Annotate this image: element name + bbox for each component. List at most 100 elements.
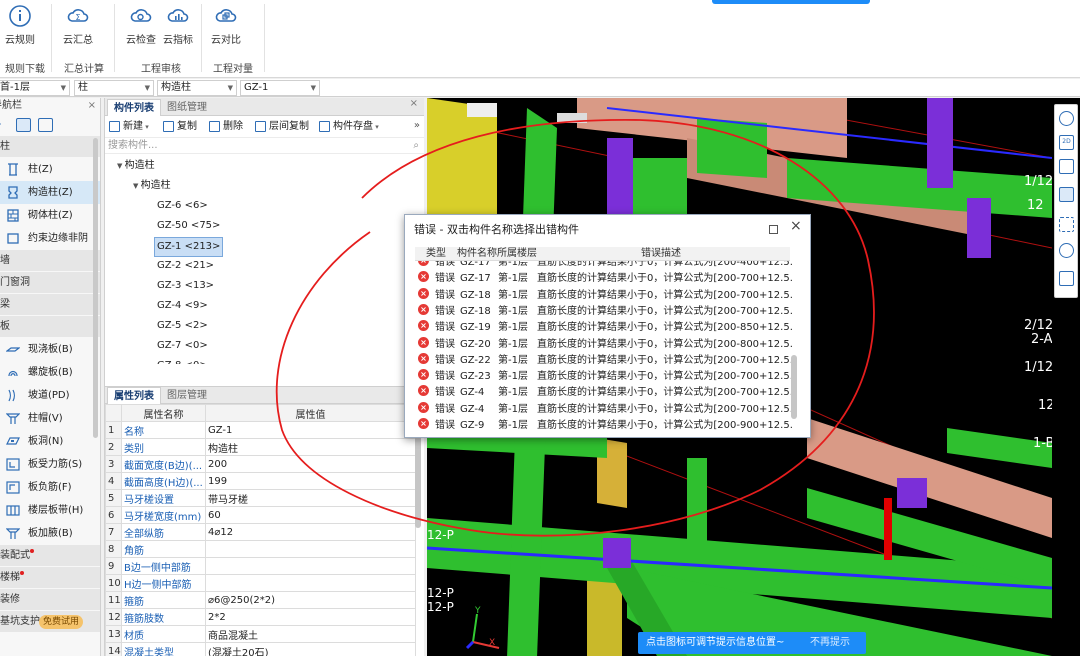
tree-node-root[interactable]: ▼ 构造柱 [117, 156, 155, 176]
property-row[interactable]: 8 角筋 [105, 540, 416, 558]
nav-category-decoration[interactable]: 装修 [0, 589, 100, 611]
error-component[interactable]: GZ-18 [460, 304, 491, 320]
new-button[interactable]: 新建 ▾ [109, 119, 149, 135]
property-value[interactable] [205, 540, 416, 558]
tab-component-list[interactable]: 构件列表 [107, 99, 161, 116]
nav-category-wall[interactable]: 墙 [0, 250, 100, 272]
property-value[interactable]: 商品混凝土 [205, 625, 416, 643]
nav-category-beam[interactable]: 梁 [0, 294, 100, 316]
error-component[interactable]: GZ-9 [460, 418, 484, 433]
property-row[interactable]: 14 混凝土类型 (混凝土20石) [105, 642, 416, 656]
property-row[interactable]: 2 类别 构造柱 [105, 438, 416, 456]
error-row[interactable]: × 错误 GZ-9 第-1层 直筋长度的计算结果小于0，计算公式为[200-900+12… [415, 418, 793, 433]
close-icon[interactable]: × [410, 98, 418, 109]
search-icon[interactable]: ⌕ [413, 138, 419, 154]
error-row[interactable]: × 错误 GZ-4 第-1层 直筋长度的计算结果小于0，计算公式为[200-700+12… [415, 385, 793, 401]
property-value[interactable]: GZ-1 [205, 421, 416, 439]
nav-item-slab-haunch[interactable]: 板加腋(B) [0, 522, 100, 545]
nav-category-slab[interactable]: 板 [0, 316, 100, 338]
error-component[interactable]: GZ-22 [460, 353, 491, 369]
error-row[interactable]: × 错误 GZ-23 第-1层 直筋长度的计算结果小于0，计算公式为[200-700+1… [415, 369, 793, 385]
property-value[interactable]: 60 [205, 506, 416, 524]
error-component[interactable]: GZ-17 [460, 271, 491, 287]
detail-view-icon[interactable] [38, 118, 53, 132]
tree-item-selected[interactable]: GZ-1 <213> [154, 237, 224, 257]
tab-layer-management[interactable]: 图层管理 [161, 387, 213, 404]
error-row[interactable]: × 错误 GZ-18 第-1层 直筋长度的计算结果小于0，计算公式为[200-700+1… [415, 303, 793, 320]
floor-copy-button[interactable]: 层间复制 [255, 119, 309, 135]
cloud-compare-button[interactable]: 云对比 [206, 2, 246, 46]
tab-property-list[interactable]: 属性列表 [107, 387, 161, 404]
tree-item[interactable]: GZ-5 <2> [157, 316, 208, 336]
property-row[interactable]: 4 截面高度(H边)(... 199 [105, 472, 416, 490]
nav-item-column-cap[interactable]: 柱帽(V) [0, 407, 100, 430]
tree-item[interactable]: GZ-8 <0> [157, 356, 208, 364]
property-value[interactable]: ⌀6@250(2*2) [205, 591, 416, 609]
property-value[interactable]: 200 [205, 455, 416, 473]
error-row[interactable]: × 错误 GZ-18 第-1层 直筋长度的计算结果小于0，计算公式为[200-700+1… [415, 287, 793, 304]
nav-item-cast-slab[interactable]: 现浇板(B) [0, 338, 100, 361]
property-row[interactable]: 3 截面宽度(B边)(... 200 [105, 455, 416, 473]
property-value[interactable] [205, 574, 416, 592]
error-row[interactable]: × 错误 GZ-22 第-1层 直筋长度的计算结果小于0，计算公式为[200-700+1… [415, 352, 793, 369]
property-row[interactable]: 6 马牙槎宽度(mm) 60 [105, 506, 416, 524]
nav-category-column[interactable]: 柱 [0, 136, 100, 158]
fit-view-icon[interactable] [1059, 217, 1074, 232]
property-row[interactable]: 13 材质 商品混凝土 [105, 625, 416, 643]
list-view-icon[interactable] [16, 118, 31, 132]
cloud-rules-button[interactable]: 云规则 [0, 2, 40, 46]
settings-icon[interactable] [1059, 243, 1074, 258]
error-component[interactable]: GZ-20 [460, 337, 491, 353]
copy-button[interactable]: 复制 [163, 119, 197, 135]
error-table-scrollbar[interactable] [791, 355, 797, 419]
property-value[interactable]: 199 [205, 472, 416, 490]
error-component[interactable]: GZ-23 [460, 369, 491, 385]
error-row[interactable]: × 错误 GZ-19 第-1层 直筋长度的计算结果小于0，计算公式为[200-850+1… [415, 320, 793, 336]
close-icon[interactable]: × [88, 98, 96, 114]
tree-item[interactable]: GZ-4 <9> [157, 296, 208, 316]
category-select[interactable]: 构造柱 ▼ [157, 80, 237, 96]
property-row[interactable]: 5 马牙槎设置 带马牙槎 [105, 489, 416, 507]
property-value[interactable] [205, 557, 416, 575]
type-select[interactable]: 柱 ▼ [74, 80, 154, 96]
error-row[interactable]: × 错误 GZ-4 第-1层 直筋长度的计算结果小于0，计算公式为[200-700+12… [415, 401, 793, 418]
free-trial-badge[interactable]: 免费试用 [39, 615, 84, 629]
floor-select[interactable]: 首-1层 ▼ [0, 80, 70, 96]
render-mode-icon[interactable] [1059, 187, 1074, 202]
nav-item-slab-negative-rebar[interactable]: 板负筋(F) [0, 476, 100, 499]
tree-item[interactable]: GZ-7 <0> [157, 336, 208, 356]
tree-item[interactable]: GZ-50 <75> [157, 216, 220, 236]
error-component[interactable]: GZ-18 [460, 288, 491, 304]
add-icon[interactable]: + [0, 118, 7, 132]
report-icon[interactable] [1059, 271, 1074, 286]
nav-item-spiral-slab[interactable]: 螺旋板(B) [0, 361, 100, 384]
nav-category-earthwork[interactable]: 基坑支护企 免费试用 [0, 611, 100, 633]
nav-category-prefab[interactable]: 装配式 [0, 545, 100, 567]
rotate-icon[interactable] [1059, 111, 1074, 126]
cloud-summary-button[interactable]: Σ 云汇总 [58, 2, 98, 46]
top-blue-tab[interactable] [712, 0, 870, 4]
error-component[interactable]: GZ-17 [460, 261, 491, 271]
error-row[interactable]: × 错误 GZ-20 第-1层 直筋长度的计算结果小于0，计算公式为[200-800+1… [415, 336, 793, 353]
tree-node-child[interactable]: ▼ 构造柱 [133, 176, 171, 196]
property-row[interactable]: 9 B边一侧中部筋 [105, 557, 416, 575]
property-row[interactable]: 1 名称 GZ-1 [105, 421, 416, 439]
nav-item-masonry-column[interactable]: 砌体柱(Z) [0, 204, 100, 227]
property-value[interactable]: 构造柱 [205, 438, 416, 456]
close-icon[interactable]: × [790, 219, 802, 233]
instance-select[interactable]: GZ-1 ▼ [240, 80, 320, 96]
3d-cube-icon[interactable] [1059, 159, 1074, 174]
tree-item[interactable]: GZ-6 <6> [157, 196, 208, 216]
error-row[interactable]: × 错误 GZ-17 第-1层 直筋长度的计算结果小于0，计算公式为[200-700+1… [415, 271, 793, 287]
component-search-input[interactable]: 搜索构件... ⌕ [105, 138, 424, 154]
dismiss-tip-button[interactable]: 不再提示 [810, 632, 850, 654]
property-row[interactable]: 12 箍筋肢数 2*2 [105, 608, 416, 626]
property-value[interactable]: 带马牙槎 [205, 489, 416, 507]
property-value[interactable]: 4⌀12 [205, 523, 416, 541]
nav-scrollbar[interactable] [93, 138, 98, 438]
nav-item-column[interactable]: 柱(Z) [0, 158, 100, 181]
nav-item-slab-rebar[interactable]: 板受力筋(S) [0, 453, 100, 476]
cloud-check-button[interactable]: 云检查 [121, 2, 161, 46]
nav-item-constructional-column[interactable]: 构造柱(Z) [0, 181, 100, 204]
error-component[interactable]: GZ-4 [460, 402, 484, 418]
